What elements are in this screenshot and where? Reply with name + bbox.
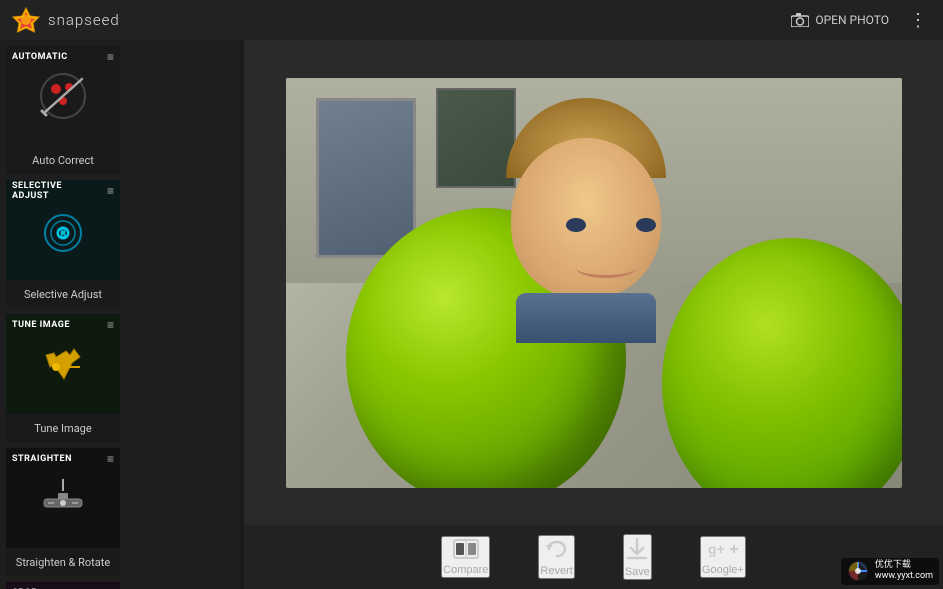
tool-auto-correct[interactable]: AUTOMATIC ≡ Auto Correct xyxy=(6,46,120,176)
app-header: snapseed OPEN PHOTO ⋮ xyxy=(0,0,943,40)
header-right: OPEN PHOTO ⋮ xyxy=(791,6,931,35)
googleplus-label: Google+ xyxy=(702,564,744,576)
tune-icon xyxy=(36,337,90,391)
app-title: snapseed xyxy=(48,11,120,29)
svg-text:g+: g+ xyxy=(708,541,725,557)
camera-icon xyxy=(791,13,809,27)
tool-selective-name: SELECTIVE ADJUST xyxy=(12,181,62,201)
watermark-logo-icon xyxy=(847,560,869,582)
more-menu-button[interactable]: ⋮ xyxy=(905,6,931,35)
open-photo-label: OPEN PHOTO xyxy=(815,13,889,27)
tool-label-bar: TUNE IMAGE ≡ xyxy=(6,314,120,336)
tool-tune-thumb: TUNE IMAGE ≡ xyxy=(6,314,120,414)
tool-label-bar: CROP ≡ xyxy=(6,582,120,589)
tool-label-bar: AUTOMATIC ≡ xyxy=(6,46,120,68)
open-photo-button[interactable]: OPEN PHOTO xyxy=(791,13,889,27)
tool-selective-thumb: SELECTIVE ADJUST ≡ B xyxy=(6,180,120,280)
tool-auto-correct-caption: Auto Correct xyxy=(6,146,120,174)
tool-straighten[interactable]: STRAIGHTEN ≡ Straighten & Rotate xyxy=(6,448,120,578)
snapseed-logo-icon xyxy=(12,6,40,34)
compare-button[interactable]: Compare xyxy=(441,536,490,578)
child-figure xyxy=(486,98,686,338)
child-smile xyxy=(576,258,636,278)
child-face xyxy=(511,138,661,298)
grip-icon: ≡ xyxy=(107,51,114,63)
child-eye-right xyxy=(636,218,656,232)
tool-straighten-name: STRAIGHTEN xyxy=(12,454,72,464)
tool-auto-correct-thumb: AUTOMATIC ≡ xyxy=(6,46,120,146)
selective-icon: B xyxy=(36,203,90,257)
child-eye-left xyxy=(566,218,586,232)
child-eyes xyxy=(566,218,656,233)
tool-straighten-caption: Straighten & Rotate xyxy=(6,548,120,576)
grip-icon: ≡ xyxy=(107,185,114,197)
save-button[interactable]: Save xyxy=(623,534,652,580)
watermark-text: 优优下载 www.yyxt.com xyxy=(875,560,933,583)
tool-selective-caption: Selective Adjust xyxy=(6,280,120,308)
svg-text:B: B xyxy=(60,229,66,240)
tools-sidebar: AUTOMATIC ≡ Auto Correct SELECTIVE ADJUS… xyxy=(0,40,240,589)
tool-auto-correct-name: AUTOMATIC xyxy=(12,52,68,62)
tool-tune-name: TUNE IMAGE xyxy=(12,320,70,330)
revert-icon xyxy=(545,537,569,561)
photo-window xyxy=(316,98,416,258)
photo-canvas xyxy=(286,78,902,488)
photo-frame xyxy=(284,56,904,509)
straighten-icon xyxy=(36,471,90,525)
revert-button[interactable]: Revert xyxy=(538,535,574,579)
grip-icon: ≡ xyxy=(107,319,114,331)
tool-tune-caption: Tune Image xyxy=(6,414,120,442)
tool-tune-image[interactable]: TUNE IMAGE ≡ Tune Image xyxy=(6,314,120,444)
save-label: Save xyxy=(625,566,650,578)
grip-icon: ≡ xyxy=(107,453,114,465)
tool-crop[interactable]: CROP ≡ Crop xyxy=(6,582,120,589)
tool-selective-adjust[interactable]: SELECTIVE ADJUST ≡ B Selective Adjust xyxy=(6,180,120,310)
googleplus-button[interactable]: g+ Google+ xyxy=(700,536,746,578)
photo-container xyxy=(244,40,943,525)
tool-straighten-thumb: STRAIGHTEN ≡ xyxy=(6,448,120,548)
bottom-toolbar: Compare Revert Save g+ Google+ xyxy=(244,525,943,589)
child-shirt xyxy=(516,293,656,343)
compare-label: Compare xyxy=(443,564,488,576)
auto-correct-icon xyxy=(36,69,90,123)
tool-crop-thumb: CROP ≡ xyxy=(6,582,120,589)
save-icon xyxy=(625,536,649,562)
revert-label: Revert xyxy=(540,565,572,577)
tool-label-bar: STRAIGHTEN ≡ xyxy=(6,448,120,470)
header-left: snapseed xyxy=(12,6,120,34)
compare-icon xyxy=(453,538,479,560)
watermark: 优优下载 www.yyxt.com xyxy=(841,558,939,585)
tool-label-bar: SELECTIVE ADJUST ≡ xyxy=(6,180,120,202)
googleplus-icon: g+ xyxy=(708,538,738,560)
main-area: Compare Revert Save g+ Google+ xyxy=(244,40,943,589)
